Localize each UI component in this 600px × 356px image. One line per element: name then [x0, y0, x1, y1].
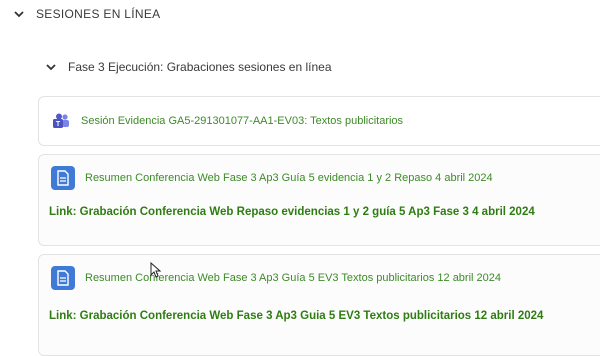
activity-link[interactable]: Sesión Evidencia GA5-291301077-AA1-EV03:… [81, 115, 403, 127]
activity-link[interactable]: Resumen Conferencia Web Fase 3 Ap3 Guía … [85, 272, 501, 284]
subsection-title: Fase 3 Ejecución: Grabaciones sesiones e… [68, 60, 332, 74]
activity-card: Resumen Conferencia Web Fase 3 Ap3 Guía … [38, 154, 600, 246]
chevron-down-icon[interactable] [12, 7, 26, 21]
svg-text:T: T [56, 121, 61, 128]
subsection-header-fase3[interactable]: Fase 3 Ejecución: Grabaciones sesiones e… [44, 57, 332, 77]
chevron-down-icon[interactable] [44, 60, 58, 74]
teams-icon: T [51, 111, 71, 131]
recording-link[interactable]: Link: Grabación Conferencia Web Repaso e… [49, 206, 535, 218]
file-icon [51, 266, 75, 290]
mouse-cursor-icon [150, 261, 162, 278]
file-icon [51, 166, 75, 190]
section-header-sesiones[interactable]: SESIONES EN LÍNEA [12, 4, 160, 24]
activity-card: Resumen Conferencia Web Fase 3 Ap3 Guía … [38, 254, 600, 356]
activity-row[interactable]: Resumen Conferencia Web Fase 3 Ap3 Guía … [51, 266, 501, 290]
activity-card: T Sesión Evidencia GA5-291301077-AA1-EV0… [38, 96, 600, 146]
activity-row[interactable]: Resumen Conferencia Web Fase 3 Ap3 Guía … [51, 166, 493, 190]
recording-link[interactable]: Link: Grabación Conferencia Web Fase 3 A… [49, 310, 543, 322]
section-title: SESIONES EN LÍNEA [36, 7, 161, 21]
activity-link[interactable]: Resumen Conferencia Web Fase 3 Ap3 Guía … [85, 172, 493, 184]
activity-row[interactable]: T Sesión Evidencia GA5-291301077-AA1-EV0… [51, 111, 403, 131]
